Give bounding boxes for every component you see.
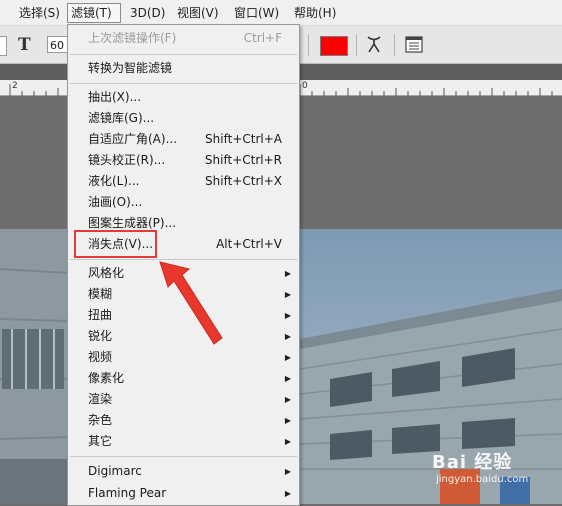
menu-item-noise[interactable]: 杂色 ▶ <box>68 410 299 431</box>
submenu-arrow-icon: ▶ <box>284 437 291 446</box>
submenu-arrow-icon: ▶ <box>284 374 291 383</box>
watermark-logo: Bai 经验 <box>432 452 513 473</box>
menu-item-flaming-pear[interactable]: Flaming Pear ▶ <box>68 483 299 504</box>
menu-item-blur[interactable]: 模糊 ▶ <box>68 284 299 305</box>
menu-window[interactable]: 窗口(W) <box>231 3 282 23</box>
filter-menu: 上次滤镜操作(F) Ctrl+F 转换为智能滤镜 抽出(X)... 滤镜库(G).… <box>67 24 300 506</box>
highlight-box <box>74 230 157 258</box>
menu-item-oil-paint[interactable]: 油画(O)... <box>68 192 299 213</box>
submenu-arrow-icon: ▶ <box>284 332 291 341</box>
divider <box>356 34 357 56</box>
font-size-field[interactable]: 60 <box>47 36 69 53</box>
text-color-swatch[interactable] <box>320 36 348 56</box>
menu-item-video[interactable]: 视频 ▶ <box>68 347 299 368</box>
submenu-arrow-icon: ▶ <box>284 311 291 320</box>
menu-item-liquify[interactable]: 液化(L)... Shift+Ctrl+X <box>68 171 299 192</box>
menu-item-stylize[interactable]: 风格化 ▶ <box>68 263 299 284</box>
menu-item-filter-gallery[interactable]: 滤镜库(G)... <box>68 108 299 129</box>
menu-item-render[interactable]: 渲染 ▶ <box>68 389 299 410</box>
character-panel-icon[interactable] <box>405 36 423 53</box>
submenu-arrow-icon: ▶ <box>284 467 291 476</box>
submenu-arrow-icon: ▶ <box>284 269 291 278</box>
submenu-arrow-icon: ▶ <box>284 416 291 425</box>
menu-item-convert-smart-filter[interactable]: 转换为智能滤镜 <box>68 58 299 79</box>
menu-item-digimarc[interactable]: Digimarc ▶ <box>68 461 299 482</box>
menu-item-extract[interactable]: 抽出(X)... <box>68 87 299 108</box>
watermark-url: jingyan.baidu.com <box>436 474 529 485</box>
menu-bar: 选择(S) 滤镜(T) 3D(D) 视图(V) 窗口(W) 帮助(H) <box>0 0 562 26</box>
submenu-arrow-icon: ▶ <box>284 489 291 498</box>
submenu-arrow-icon: ▶ <box>284 353 291 362</box>
menu-item-other[interactable]: 其它 ▶ <box>68 431 299 452</box>
menu-item-pixelate[interactable]: 像素化 ▶ <box>68 368 299 389</box>
menu-item-last-filter[interactable]: 上次滤镜操作(F) Ctrl+F <box>68 28 299 49</box>
text-orientation-icon[interactable]: T <box>18 35 31 55</box>
menu-item-distort[interactable]: 扭曲 ▶ <box>68 305 299 326</box>
menu-filter[interactable]: 滤镜(T) <box>67 3 121 23</box>
divider <box>308 34 309 56</box>
menu-select[interactable]: 选择(S) <box>16 3 63 23</box>
warp-text-icon[interactable] <box>364 33 384 55</box>
menu-view[interactable]: 视图(V) <box>174 3 222 23</box>
menu-item-adaptive-wide-angle[interactable]: 自适应广角(A)... Shift+Ctrl+A <box>68 129 299 150</box>
font-family-field[interactable] <box>0 36 7 56</box>
menu-item-lens-correction[interactable]: 镜头校正(R)... Shift+Ctrl+R <box>68 150 299 171</box>
menu-separator <box>70 83 297 84</box>
menu-help[interactable]: 帮助(H) <box>291 3 339 23</box>
menu-separator <box>70 54 297 55</box>
divider <box>394 34 395 56</box>
submenu-arrow-icon: ▶ <box>284 290 291 299</box>
menu-separator <box>70 259 297 260</box>
menu-item-sharpen[interactable]: 锐化 ▶ <box>68 326 299 347</box>
menu-separator <box>70 456 297 457</box>
submenu-arrow-icon: ▶ <box>284 395 291 404</box>
menu-3d[interactable]: 3D(D) <box>127 3 168 23</box>
